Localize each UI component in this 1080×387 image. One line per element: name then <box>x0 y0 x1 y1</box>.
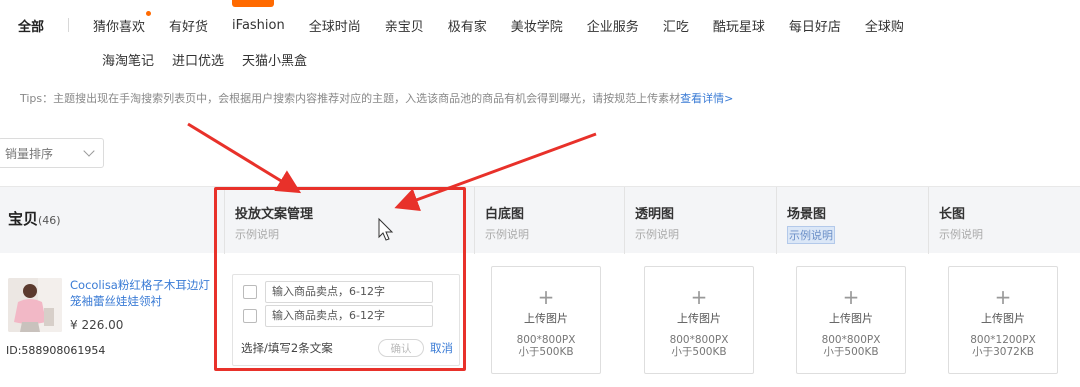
product-image <box>8 278 62 332</box>
plus-icon: + <box>842 285 860 309</box>
category-ifashion[interactable]: iFashion <box>232 18 285 33</box>
plus-icon: + <box>690 285 708 309</box>
category-label: 猜你喜欢 <box>93 19 146 35</box>
col-transparent: 透明图 示例说明 <box>624 187 776 254</box>
category-import-picks[interactable]: 进口优选 <box>172 50 224 69</box>
category-haitao-notes[interactable]: 海淘笔记 <box>102 50 154 69</box>
plus-icon: + <box>537 285 555 309</box>
upload-long[interactable]: + 上传图片 800*1200PX 小于3072KB <box>948 266 1058 374</box>
category-global-buy[interactable]: 全球购 <box>865 16 904 35</box>
col-example-link[interactable]: 示例说明 <box>787 226 835 244</box>
col-scene: 场景图 示例说明 <box>776 187 928 254</box>
category-home[interactable]: 极有家 <box>448 16 487 35</box>
category-food[interactable]: 汇吃 <box>663 16 689 35</box>
upload-transparent[interactable]: + 上传图片 800*800PX 小于500KB <box>644 266 754 374</box>
category-all[interactable]: 全部 <box>18 16 44 35</box>
category-beauty[interactable]: 美妆学院 <box>511 16 563 35</box>
notification-dot <box>146 10 152 16</box>
col-long: 长图 示例说明 <box>928 187 1080 254</box>
baobei-title: 宝贝 <box>8 210 39 228</box>
upload-spec: 800*1200PX 小于3072KB <box>949 334 1057 358</box>
col-example-link[interactable]: 示例说明 <box>939 226 1080 242</box>
col-title: 透明图 <box>635 207 675 222</box>
sort-value: 销量排序 <box>5 146 54 161</box>
upload-limit: 小于3072KB <box>972 346 1034 358</box>
category-business[interactable]: 企业服务 <box>587 16 639 35</box>
upload-label: 上传图片 <box>524 312 568 325</box>
upload-size: 800*800PX <box>821 334 881 346</box>
upload-limit: 小于500KB <box>823 346 879 358</box>
upload-limit: 小于500KB <box>671 346 727 358</box>
upload-spec: 800*800PX 小于500KB <box>492 334 600 358</box>
upload-size: 800*800PX <box>516 334 576 346</box>
category-cool-planet[interactable]: 酷玩星球 <box>713 16 765 35</box>
col-title: 白底图 <box>485 207 525 222</box>
table-header: 投放文案管理 示例说明 白底图 示例说明 透明图 示例说明 场景图 示例说明 长… <box>0 186 1080 254</box>
col-example-link[interactable]: 示例说明 <box>635 226 776 242</box>
baobei-count: (46) <box>38 214 61 227</box>
upload-scene[interactable]: + 上传图片 800*800PX 小于500KB <box>796 266 906 374</box>
product-thumbnail[interactable] <box>8 278 62 332</box>
category-nav-row2: 海淘笔记 进口优选 天猫小黑盒 <box>102 48 325 70</box>
baobei-header: 宝贝(46) <box>8 208 61 229</box>
active-tab-indicator <box>232 0 274 7</box>
category-global-fashion[interactable]: 全球时尚 <box>309 16 361 35</box>
tips-body: Tips：主题搜出现在手淘搜索列表页中，会根据用户搜索内容推荐对应的主题，入选该… <box>20 92 681 105</box>
upload-white-bg[interactable]: + 上传图片 800*800PX 小于500KB <box>491 266 601 374</box>
product-id: ID:588908061954 <box>6 344 106 357</box>
col-example-link[interactable]: 示例说明 <box>485 226 624 242</box>
col-title: 长图 <box>939 207 966 222</box>
category-daily-shop[interactable]: 每日好店 <box>789 16 841 35</box>
category-nav: 全部 猜你喜欢 有好货 iFashion 全球时尚 亲宝贝 极有家 美妆学院 企… <box>18 10 928 36</box>
annotation-highlight-box <box>214 187 466 371</box>
upload-spec: 800*800PX 小于500KB <box>797 334 905 358</box>
sort-dropdown[interactable]: 销量排序 <box>0 138 104 168</box>
upload-label: 上传图片 <box>677 312 721 325</box>
col-title: 场景图 <box>787 207 827 222</box>
upload-spec: 800*800PX 小于500KB <box>645 334 753 358</box>
upload-label: 上传图片 <box>829 312 873 325</box>
upload-limit: 小于500KB <box>518 346 574 358</box>
plus-icon: + <box>994 285 1012 309</box>
category-guess-you-like[interactable]: 猜你喜欢 <box>93 10 152 35</box>
product-title-link[interactable]: Cocolisa粉红格子木耳边灯笼袖蕾丝娃娃领衬 <box>70 277 210 309</box>
tips-detail-link[interactable]: 查看详情> <box>680 92 733 105</box>
category-good-goods[interactable]: 有好货 <box>169 16 208 35</box>
annotation-arrow-left <box>187 122 302 194</box>
product-price: ¥ 226.00 <box>70 318 124 332</box>
chevron-down-icon <box>83 145 95 157</box>
upload-label: 上传图片 <box>981 312 1025 325</box>
category-tmall-black-box[interactable]: 天猫小黑盒 <box>242 50 307 69</box>
upload-size: 800*800PX <box>669 334 729 346</box>
upload-size: 800*1200PX <box>970 334 1036 346</box>
category-baby[interactable]: 亲宝贝 <box>385 16 424 35</box>
col-white-bg: 白底图 示例说明 <box>474 187 624 254</box>
category-divider <box>68 18 70 32</box>
tips-text: Tips：主题搜出现在手淘搜索列表页中，会根据用户搜索内容推荐对应的主题，入选该… <box>20 90 733 106</box>
